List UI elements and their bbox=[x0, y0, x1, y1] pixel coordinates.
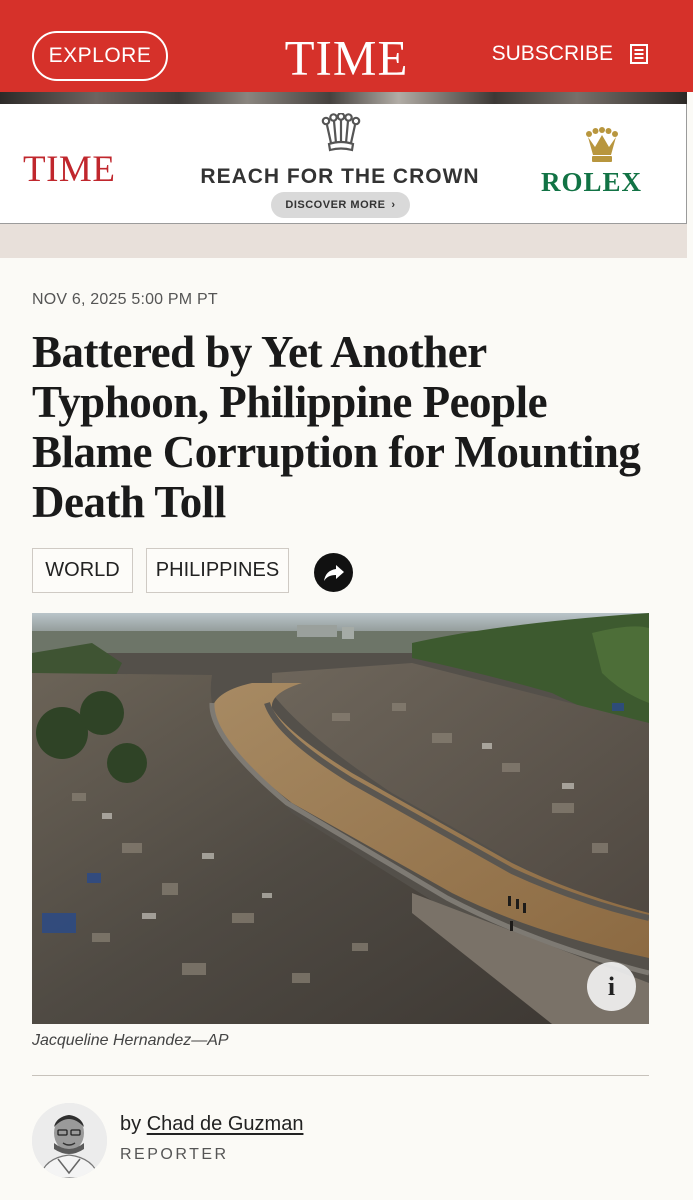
ad-separator bbox=[0, 224, 687, 258]
tag-philippines[interactable]: PHILIPPINES bbox=[146, 548, 289, 593]
author-avatar[interactable] bbox=[32, 1103, 107, 1178]
brand-text: TIME bbox=[284, 29, 409, 86]
flood-aerial-photo bbox=[32, 613, 649, 1024]
rolex-crown-icon bbox=[586, 127, 618, 162]
article-headline: Battered by Yet Another Typhoon, Philipp… bbox=[32, 327, 641, 527]
author-role: REPORTER bbox=[120, 1146, 229, 1163]
share-button[interactable] bbox=[314, 553, 353, 592]
newspaper-icon bbox=[630, 44, 648, 64]
share-arrow-icon bbox=[323, 564, 344, 581]
tag-world[interactable]: WORLD bbox=[32, 548, 133, 593]
byline-prefix: by bbox=[120, 1113, 142, 1135]
rolex-advertisement[interactable]: TIME REACH FOR THE CROWN DISCOVER MORE ›… bbox=[0, 104, 687, 224]
author-portrait bbox=[32, 1103, 107, 1178]
author-link[interactable]: Chad de Guzman bbox=[147, 1113, 304, 1135]
info-icon[interactable]: i bbox=[587, 962, 636, 1011]
byline: by Chad de Guzman bbox=[120, 1113, 303, 1136]
crown-icon bbox=[321, 113, 361, 152]
article-dateline: NOV 6, 2025 5:00 PM PT bbox=[32, 291, 218, 308]
photo-credit: Jacqueline Hernandez—AP bbox=[32, 1032, 229, 1049]
subscribe-label: SUBSCRIBE bbox=[491, 42, 613, 65]
discover-label: DISCOVER MORE bbox=[285, 199, 386, 211]
ad-headline: REACH FOR THE CROWN bbox=[200, 165, 480, 188]
subscribe-button[interactable]: SUBSCRIBE bbox=[492, 42, 649, 66]
divider bbox=[32, 1075, 649, 1076]
hero-photo bbox=[32, 613, 649, 1024]
site-header: EXPLORE TIME SUBSCRIBE bbox=[0, 0, 693, 92]
discover-more-button[interactable]: DISCOVER MORE › bbox=[271, 192, 410, 218]
rolex-logo: ROLEX bbox=[541, 167, 643, 197]
chevron-right-icon: › bbox=[391, 199, 396, 211]
ad-time-logo: TIME bbox=[23, 149, 116, 190]
ad-image-strip bbox=[0, 92, 687, 104]
